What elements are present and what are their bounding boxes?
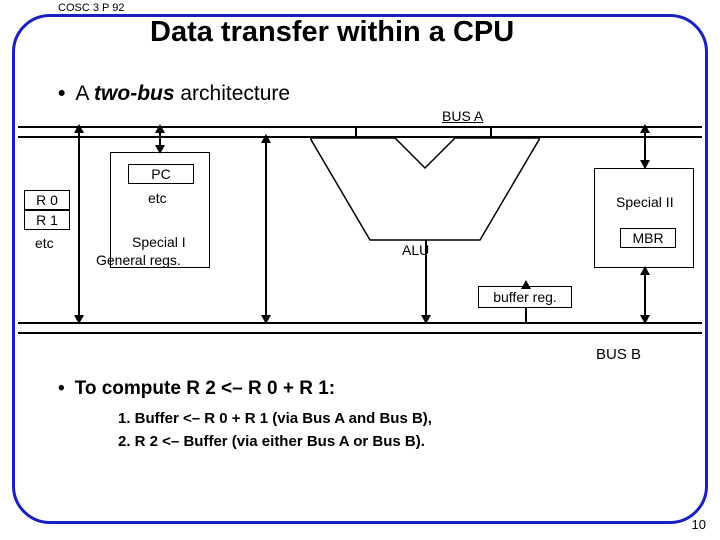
connector	[78, 126, 80, 322]
arrow-icon	[74, 315, 84, 324]
reg-r1: R 1	[24, 210, 70, 230]
bus-b-label: BUS B	[596, 346, 641, 363]
arrow-icon	[261, 134, 271, 143]
arrow-icon	[261, 315, 271, 324]
arrow-icon	[521, 280, 531, 289]
compute-heading: •To compute R 2 <– R 0 + R 1:	[58, 378, 335, 400]
diagram: BUS A R 0 R 1 etc PC etc Special I Gener…	[0, 108, 720, 408]
arrow-icon	[640, 160, 650, 169]
connector	[355, 126, 357, 138]
connector	[425, 240, 427, 322]
buffer-reg-box: buffer reg.	[478, 286, 572, 308]
connector	[265, 138, 267, 322]
arrow-icon	[155, 124, 165, 133]
reg-r0: R 0	[24, 190, 70, 210]
bus-a-label: BUS A	[442, 108, 483, 124]
step-2: 2. R 2 <– Buffer (via either Bus A or Bu…	[118, 431, 432, 454]
arrow-icon	[640, 124, 650, 133]
bus-b-line	[18, 322, 702, 324]
course-code: COSC 3 P 92	[52, 2, 130, 14]
arrow-icon	[74, 124, 84, 133]
bus-b-line	[18, 332, 702, 334]
etc-label: etc	[33, 235, 56, 251]
connector	[490, 126, 492, 138]
slide-title: Data transfer within a CPU	[150, 16, 514, 49]
arrow-icon	[421, 315, 431, 324]
steps-list: 1. Buffer <– R 0 + R 1 (via Bus A and Bu…	[118, 408, 432, 453]
page-number: 10	[692, 517, 706, 532]
step-1: 1. Buffer <– R 0 + R 1 (via Bus A and Bu…	[118, 408, 432, 431]
arrow-icon	[155, 145, 165, 154]
subtitle: •A two-bus architecture	[58, 82, 290, 106]
special2-group	[594, 168, 694, 268]
connector	[644, 268, 646, 322]
special1-group	[110, 152, 210, 268]
bus-a-line	[18, 126, 702, 128]
connector	[525, 308, 527, 322]
arrow-icon	[640, 266, 650, 275]
arrow-icon	[640, 315, 650, 324]
